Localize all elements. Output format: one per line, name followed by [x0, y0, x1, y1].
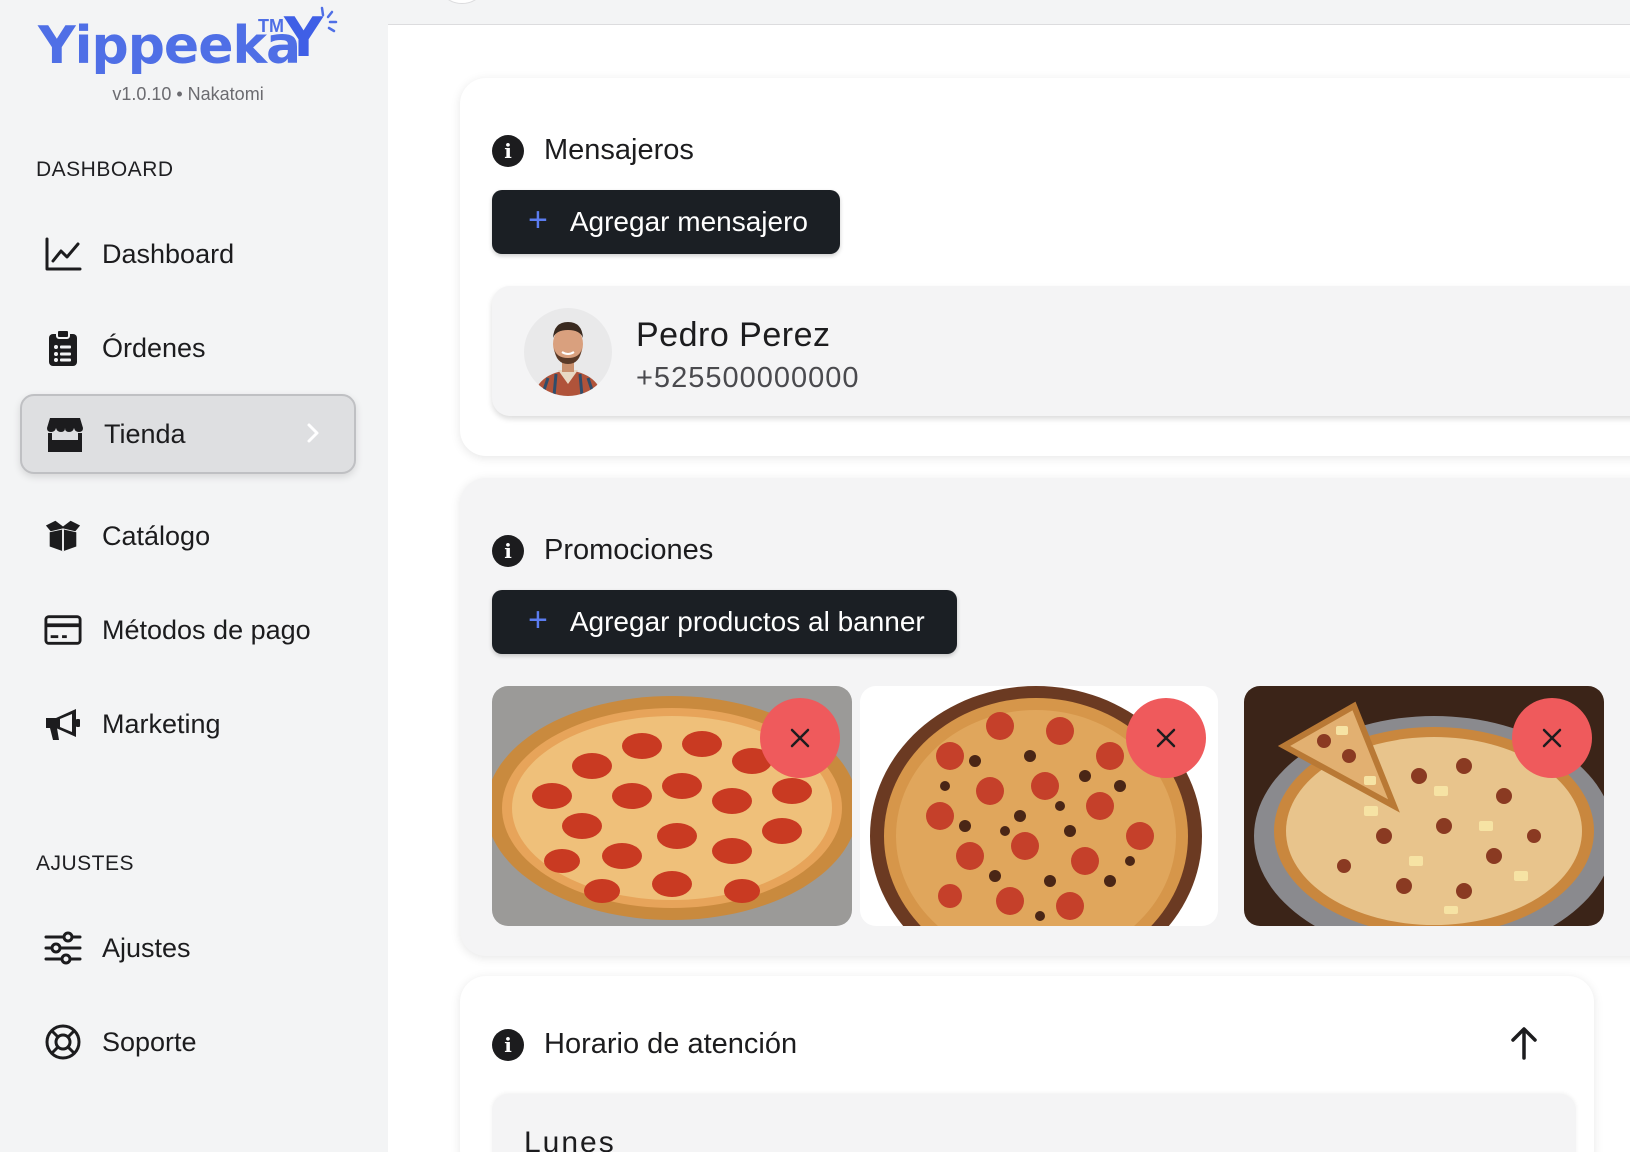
add-courier-button[interactable]: + Agregar mensajero	[492, 190, 840, 254]
sidebar-item-marketing[interactable]: Marketing	[20, 684, 356, 764]
add-banner-products-button[interactable]: + Agregar productos al banner	[492, 590, 957, 654]
promo-banner-item[interactable]	[1244, 686, 1604, 926]
sliders-icon	[44, 929, 82, 967]
credit-card-icon	[44, 611, 82, 649]
close-icon	[1542, 728, 1562, 748]
section-dashboard-label: DASHBOARD	[36, 158, 174, 181]
app-version: v1.0.10 • Nakatomi	[112, 84, 264, 104]
promotions-header: i Promociones	[492, 534, 713, 567]
remove-promo-button[interactable]	[760, 698, 840, 778]
megaphone-icon	[44, 705, 82, 743]
close-icon	[790, 728, 810, 748]
courier-name: Pedro Perez	[636, 316, 831, 354]
user-avatar-button[interactable]	[436, 0, 488, 4]
sidebar-item-label: Órdenes	[102, 332, 206, 363]
hours-title: Horario de atención	[544, 1028, 798, 1060]
plus-icon: +	[528, 201, 548, 239]
sidebar-item-tienda[interactable]: Tienda	[20, 394, 356, 474]
day-label: Lunes	[524, 1126, 616, 1152]
hours-card: i Horario de atención Lunes	[460, 976, 1594, 1152]
sidebar-item-label: Marketing	[102, 708, 221, 739]
sidebar-item-ordenes[interactable]: Órdenes	[20, 308, 356, 388]
open-box-icon	[44, 517, 82, 555]
sidebar-item-label: Tienda	[104, 418, 186, 449]
sidebar-item-metodos-pago[interactable]: Métodos de pago	[20, 590, 356, 670]
sidebar-item-label: Soporte	[102, 1026, 197, 1057]
section-settings-label: AJUSTES	[36, 852, 135, 875]
sidebar-item-ajustes[interactable]: Ajustes	[20, 908, 356, 988]
sidebar: Yippeeka TM Y v1.0.10 • Nakatomi DASHBOA…	[0, 0, 388, 1152]
sidebar-item-catalogo[interactable]: Catálogo	[20, 496, 356, 576]
couriers-card: i Mensajeros + Agregar mensajero Pedro P…	[460, 78, 1630, 456]
line-chart-icon	[44, 235, 82, 273]
close-icon	[1156, 728, 1176, 748]
plus-icon: +	[528, 601, 548, 639]
brand-trademark: TM	[258, 16, 284, 36]
courier-phone: +525500000000	[636, 362, 860, 394]
store-icon	[46, 415, 84, 453]
lifebuoy-icon	[44, 1023, 82, 1061]
couriers-title: Mensajeros	[544, 134, 694, 166]
couriers-header: i Mensajeros	[492, 134, 694, 167]
remove-promo-button[interactable]	[1126, 698, 1206, 778]
remove-promo-button[interactable]	[1512, 698, 1592, 778]
hours-header: i Horario de atención	[492, 1028, 797, 1061]
promotions-card: i Promociones + Agregar productos al ban…	[460, 478, 1630, 956]
sidebar-item-label: Métodos de pago	[102, 614, 311, 645]
promotions-title: Promociones	[544, 534, 714, 566]
sidebar-item-soporte[interactable]: Soporte	[20, 1002, 356, 1082]
courier-avatar	[524, 308, 612, 396]
arrow-up-icon[interactable]	[1510, 1026, 1538, 1060]
clipboard-list-icon	[44, 329, 82, 367]
chevron-right-icon	[307, 423, 319, 443]
brand-logo[interactable]: Yippeeka TM Y	[36, 6, 346, 76]
top-bar	[388, 0, 1630, 25]
sidebar-item-label: Catálogo	[102, 520, 211, 551]
info-icon[interactable]: i	[492, 134, 524, 167]
info-icon[interactable]: i	[492, 1028, 524, 1061]
add-banner-products-label: Agregar productos al banner	[569, 606, 925, 637]
sparkle-icon	[320, 6, 338, 33]
sidebar-item-dashboard[interactable]: Dashboard	[20, 214, 356, 294]
add-courier-label: Agregar mensajero	[569, 206, 808, 237]
promo-banner-item[interactable]	[860, 686, 1218, 926]
info-icon[interactable]: i	[492, 534, 524, 567]
sidebar-item-label: Dashboard	[102, 238, 235, 269]
sidebar-item-label: Ajustes	[102, 932, 191, 963]
courier-list-item[interactable]: Pedro Perez +525500000000	[492, 286, 1630, 416]
promo-banner-item[interactable]	[492, 686, 852, 926]
day-row[interactable]: Lunes	[492, 1094, 1576, 1152]
